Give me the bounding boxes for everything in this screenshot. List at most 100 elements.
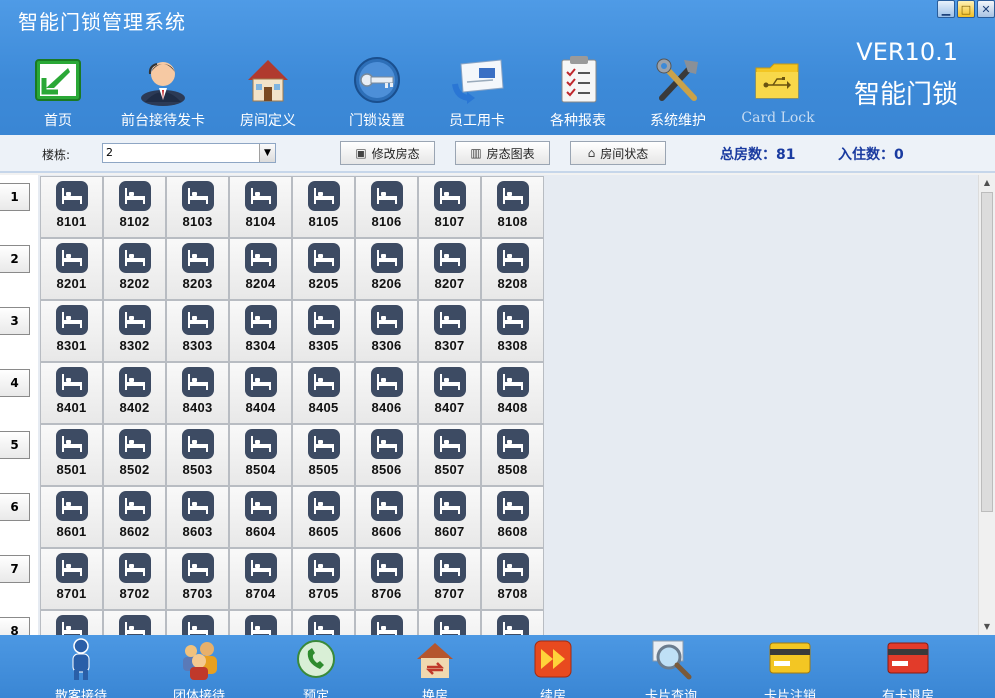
toolbar-room-define-button[interactable]: 房间定义 (218, 54, 318, 132)
floor-tab[interactable]: 7 (0, 555, 30, 583)
room-cell[interactable]: 8107 (418, 176, 481, 238)
toolbar-staff-card-button[interactable]: 员工用卡 (427, 54, 527, 132)
room-cell[interactable]: 8202 (103, 238, 166, 300)
room-cell[interactable]: 8707 (418, 548, 481, 610)
room-cell[interactable]: 8308 (481, 300, 544, 362)
room-cell[interactable]: 8305 (292, 300, 355, 362)
room-cell[interactable]: 8603 (166, 486, 229, 548)
room-cell[interactable]: 8606 (355, 486, 418, 548)
room-cell[interactable]: 8205 (292, 238, 355, 300)
toolbar-maintenance-button[interactable]: 系统维护 (628, 54, 728, 132)
card-checkout-button[interactable]: 有卡退房 (853, 635, 963, 698)
floor-tab[interactable]: 3 (0, 307, 30, 335)
modify-room-status-button[interactable]: ▣ 修改房态 (340, 141, 435, 165)
room-cell[interactable]: 8101 (40, 176, 103, 238)
room-cell[interactable]: 8207 (418, 238, 481, 300)
toolbar-home-button[interactable]: 首页 (8, 54, 108, 132)
toolbar-lock-settings-button[interactable]: 门锁设置 (327, 54, 427, 132)
room-cell[interactable]: 8504 (229, 424, 292, 486)
room-cell[interactable]: 8508 (481, 424, 544, 486)
scroll-thumb[interactable] (981, 192, 993, 512)
room-cell[interactable]: 8302 (103, 300, 166, 362)
reservation-button[interactable]: 预定 (261, 635, 371, 698)
room-cell[interactable]: 8501 (40, 424, 103, 486)
room-cell[interactable]: 8405 (292, 362, 355, 424)
room-status-chart-button[interactable]: ▥ 房态图表 (455, 141, 550, 165)
minimize-button[interactable]: ▁ (937, 0, 955, 18)
toolbar-card-lock-button[interactable]: Card Lock (728, 54, 828, 132)
room-cell[interactable]: 8304 (229, 300, 292, 362)
building-select[interactable]: 2 ▼ (102, 143, 276, 163)
room-cell[interactable]: 8108 (481, 176, 544, 238)
room-cell[interactable]: 8201 (40, 238, 103, 300)
room-cell[interactable]: 8105 (292, 176, 355, 238)
scroll-down-icon[interactable]: ▼ (979, 619, 995, 635)
room-cell[interactable]: 8406 (355, 362, 418, 424)
room-cell[interactable]: 8206 (355, 238, 418, 300)
room-cell[interactable]: 8301 (40, 300, 103, 362)
floor-tab[interactable]: 8 (0, 617, 30, 635)
room-cell[interactable] (166, 610, 229, 635)
room-cell[interactable]: 8703 (166, 548, 229, 610)
room-cell[interactable]: 8103 (166, 176, 229, 238)
chevron-down-icon[interactable]: ▼ (259, 144, 275, 162)
room-cell[interactable] (103, 610, 166, 635)
scroll-up-icon[interactable]: ▲ (979, 175, 995, 191)
toolbar-reception-button[interactable]: 前台接待发卡 (113, 54, 213, 132)
room-cell[interactable] (481, 610, 544, 635)
extend-stay-button[interactable]: 续房 (498, 635, 608, 698)
room-cell[interactable] (292, 610, 355, 635)
room-cell[interactable]: 8507 (418, 424, 481, 486)
room-cell[interactable]: 8203 (166, 238, 229, 300)
room-cell[interactable]: 8607 (418, 486, 481, 548)
room-cell[interactable]: 8605 (292, 486, 355, 548)
floor-tab[interactable]: 1 (0, 183, 30, 211)
floor-tab[interactable]: 4 (0, 369, 30, 397)
room-cell[interactable]: 8303 (166, 300, 229, 362)
change-room-button[interactable]: 换房 (380, 635, 490, 698)
room-cell[interactable]: 8307 (418, 300, 481, 362)
toolbar-reports-button[interactable]: 各种报表 (528, 54, 628, 132)
room-cell[interactable]: 8104 (229, 176, 292, 238)
room-cell[interactable]: 8208 (481, 238, 544, 300)
room-cell[interactable]: 8708 (481, 548, 544, 610)
room-cell[interactable]: 8401 (40, 362, 103, 424)
room-cell[interactable]: 8702 (103, 548, 166, 610)
room-cell[interactable] (40, 610, 103, 635)
room-cell[interactable] (355, 610, 418, 635)
room-cell[interactable]: 8705 (292, 548, 355, 610)
floor-tab[interactable]: 5 (0, 431, 30, 459)
room-cell[interactable]: 8407 (418, 362, 481, 424)
card-cancel-button[interactable]: 卡片注销 (735, 635, 845, 698)
vertical-scrollbar[interactable]: ▲ ▼ (978, 175, 995, 635)
floor-tab[interactable]: 6 (0, 493, 30, 521)
room-cell[interactable]: 8408 (481, 362, 544, 424)
room-cell[interactable]: 8602 (103, 486, 166, 548)
room-cell[interactable]: 8404 (229, 362, 292, 424)
room-cell[interactable]: 8601 (40, 486, 103, 548)
room-cell[interactable]: 8102 (103, 176, 166, 238)
room-cell[interactable]: 8106 (355, 176, 418, 238)
room-cell[interactable]: 8704 (229, 548, 292, 610)
room-cell[interactable]: 8502 (103, 424, 166, 486)
maximize-button[interactable]: □ (957, 0, 975, 18)
group-checkin-button[interactable]: 团体接待 (144, 635, 254, 698)
room-cell[interactable] (418, 610, 481, 635)
room-cell[interactable]: 8706 (355, 548, 418, 610)
room-cell[interactable] (229, 610, 292, 635)
room-cell[interactable]: 8506 (355, 424, 418, 486)
floor-tab[interactable]: 2 (0, 245, 30, 273)
card-query-button[interactable]: 卡片查询 (616, 635, 726, 698)
room-cell[interactable]: 8402 (103, 362, 166, 424)
room-cell[interactable]: 8604 (229, 486, 292, 548)
room-status-button[interactable]: ⌂ 房间状态 (570, 141, 666, 165)
room-cell[interactable]: 8403 (166, 362, 229, 424)
room-cell[interactable]: 8701 (40, 548, 103, 610)
room-cell[interactable]: 8503 (166, 424, 229, 486)
close-button[interactable]: ✕ (977, 0, 995, 18)
walk-in-checkin-button[interactable]: 散客接待 (26, 635, 136, 698)
room-cell[interactable]: 8204 (229, 238, 292, 300)
room-cell[interactable]: 8505 (292, 424, 355, 486)
room-cell[interactable]: 8306 (355, 300, 418, 362)
room-cell[interactable]: 8608 (481, 486, 544, 548)
